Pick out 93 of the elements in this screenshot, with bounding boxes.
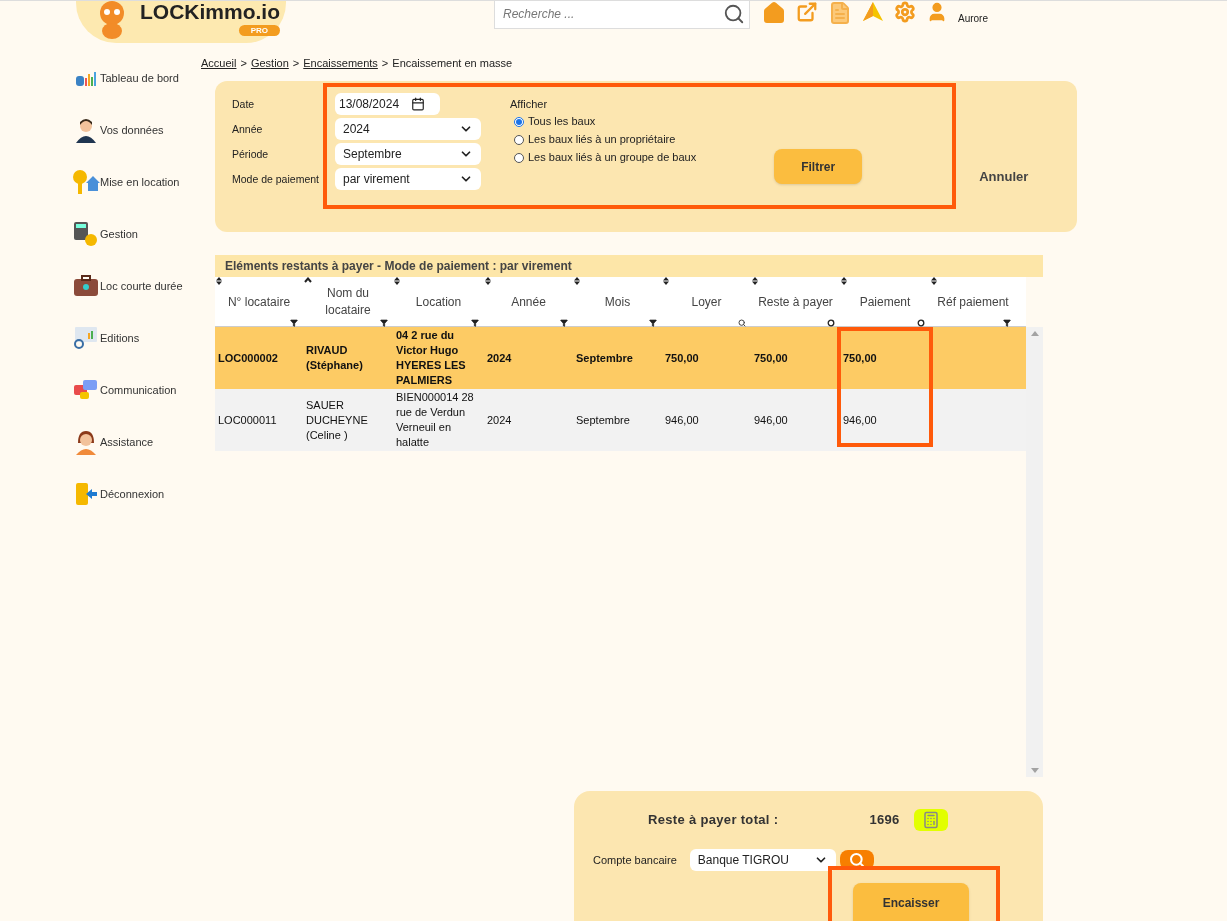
- column-header[interactable]: Année: [484, 277, 573, 329]
- column-header[interactable]: Location: [393, 277, 484, 329]
- radio-option[interactable]: Les baux liés à un propriétaire: [514, 130, 697, 149]
- sidebar-item[interactable]: Gestion: [72, 221, 200, 247]
- table-cell: 946,00: [665, 412, 699, 428]
- select-field[interactable]: par virement: [335, 168, 481, 190]
- sort-icon[interactable]: [931, 277, 937, 285]
- sidebar-item[interactable]: Mise en location: [72, 169, 200, 195]
- search-field[interactable]: Recherche ...: [494, 1, 750, 29]
- bank-account-select[interactable]: Banque TIGROU: [689, 849, 836, 871]
- filter-icon[interactable]: [290, 319, 298, 327]
- user-name: Aurore: [958, 12, 988, 26]
- table-row[interactable]: LOC000011 SAUER DUCHEYNE (Celine ) BIEN000014 28 rue de Verdun Verneuil en halatte 2024 Septembre 946,00 946,00 946,00: [215, 389, 1026, 451]
- sort-icon[interactable]: [841, 277, 847, 285]
- table-cell: LOC000002: [218, 350, 278, 366]
- exit-door-icon: [74, 482, 98, 506]
- breadcrumb-link[interactable]: Accueil: [201, 54, 237, 72]
- filter-button[interactable]: Filtrer: [774, 149, 863, 184]
- table-cell-text: BIEN000014 28 rue de Verdun Verneuil en halatte: [396, 390, 475, 450]
- sidebar-item[interactable]: Loc courte durée: [72, 273, 200, 299]
- table-cell: LOC000011: [218, 412, 277, 428]
- filter-icon[interactable]: [380, 319, 388, 327]
- select-field[interactable]: Septembre: [335, 143, 481, 165]
- column-header[interactable]: N° locataire: [215, 277, 303, 329]
- pro-badge: PRO: [238, 25, 280, 36]
- sort-icon[interactable]: [485, 277, 491, 285]
- breadcrumb-current: Encaissement en masse: [392, 55, 513, 71]
- sort-icon[interactable]: [752, 277, 758, 285]
- support-agent-icon: [74, 429, 98, 455]
- filter-icon[interactable]: [471, 319, 479, 327]
- calendar-icon[interactable]: [411, 97, 426, 111]
- sidebar-item[interactable]: Assistance: [72, 429, 200, 455]
- chat-icon: [73, 379, 99, 401]
- sidebar-item[interactable]: Vos données: [72, 117, 200, 143]
- logo-text: LOCKimmo.io: [140, 1, 280, 25]
- sort-ascending-icon[interactable]: [304, 277, 312, 283]
- table-row[interactable]: LOC000002 RIVAUD (Stéphane) 04 2 rue du Victor Hugo HYERES LES PALMIERS 2024 Septembre 750,00 750,00 750,00: [215, 327, 1026, 389]
- total-label: Reste à payer total :: [648, 810, 779, 829]
- table-title: Eléments restants à payer - Mode de paiement : par virement: [215, 255, 1043, 277]
- filter-icon[interactable]: [649, 319, 657, 327]
- sort-icon[interactable]: [663, 277, 669, 285]
- table-cell: 2024: [487, 412, 512, 428]
- table-cell: 946,00: [843, 412, 877, 428]
- table-cell: 750,00: [754, 350, 788, 366]
- field-label: Date: [232, 97, 255, 112]
- table-cell: 2024: [487, 350, 512, 366]
- submit-button[interactable]: Encaisser: [853, 883, 969, 921]
- radio-option[interactable]: Tous les baux: [514, 112, 697, 131]
- table-cell-text: RIVAUD (Stéphane): [306, 343, 364, 373]
- table-cell: Septembre: [576, 350, 633, 366]
- total-value: 1696: [869, 810, 900, 829]
- sort-icon[interactable]: [394, 277, 400, 285]
- sidebar-item[interactable]: Communication: [72, 377, 200, 403]
- sort-icon[interactable]: [574, 277, 580, 285]
- suitcase-icon: [73, 275, 99, 297]
- field-label: Période: [232, 147, 269, 162]
- sidebar-item[interactable]: Tableau de bord: [72, 65, 200, 91]
- table-cell: 750,00: [843, 350, 877, 366]
- breadcrumb-separator: >: [292, 55, 300, 71]
- person-icon: [74, 117, 98, 143]
- field-label: Année: [232, 122, 263, 137]
- column-header[interactable]: Mois: [573, 277, 662, 329]
- breadcrumb-separator: >: [381, 55, 389, 71]
- breadcrumb-separator: >: [240, 55, 247, 71]
- breadcrumb-link[interactable]: Gestion: [250, 54, 289, 72]
- column-header[interactable]: Paiement: [840, 277, 930, 329]
- column-header[interactable]: Réf paiement: [930, 277, 1016, 329]
- field-label: Compte bancaire: [593, 852, 677, 868]
- select-field[interactable]: 2024: [335, 118, 481, 140]
- column-header[interactable]: Loyer: [662, 277, 751, 329]
- calculator-button[interactable]: [913, 808, 948, 831]
- calculator-coin-icon: [73, 221, 99, 247]
- filter-icon[interactable]: [560, 319, 568, 327]
- field-label: Mode de paiement: [232, 172, 319, 187]
- date-field[interactable]: 13/08/2024: [335, 93, 440, 115]
- options-title: Afficher: [510, 97, 549, 112]
- column-header[interactable]: Nom du locataire: [303, 277, 393, 329]
- table-cell-text: SAUER DUCHEYNE (Celine ): [306, 397, 369, 443]
- table-cell-text: 04 2 rue du Victor Hugo HYERES LES PALMIERS: [396, 328, 467, 388]
- breadcrumb-link[interactable]: Encaissements: [303, 54, 378, 72]
- sidebar-item[interactable]: Editions: [72, 325, 200, 351]
- calculator-icon: [921, 810, 940, 829]
- filter-icon[interactable]: [1003, 319, 1011, 327]
- radio-option[interactable]: Les baux liés à un groupe de baux: [514, 148, 697, 167]
- column-header[interactable]: Reste à payer: [751, 277, 840, 329]
- sort-icon[interactable]: [216, 277, 222, 285]
- table-cell: 946,00: [754, 412, 788, 428]
- table-cell: Septembre: [576, 412, 630, 428]
- sidebar-item[interactable]: Déconnexion: [72, 481, 200, 507]
- monitor-icon: [73, 326, 99, 350]
- table-cell: 750,00: [665, 350, 699, 366]
- cancel-button[interactable]: Annuler: [979, 167, 1029, 185]
- key-house-icon: [72, 169, 100, 195]
